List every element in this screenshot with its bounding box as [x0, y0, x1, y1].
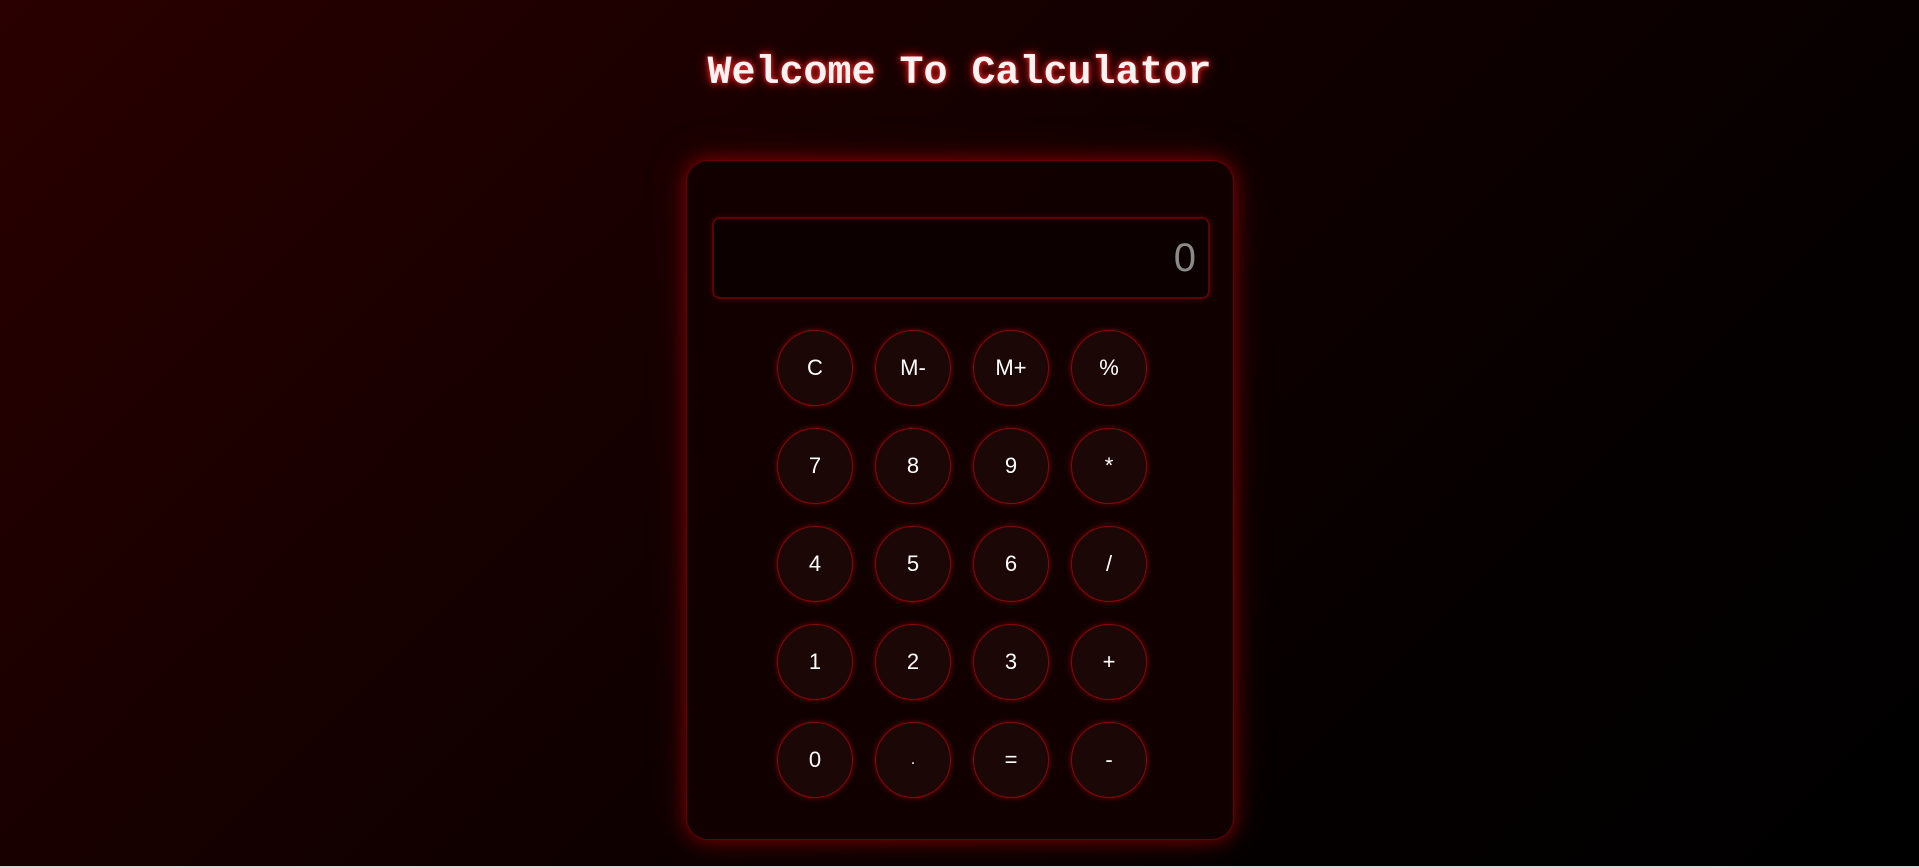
divide-button[interactable]: /	[1071, 526, 1147, 602]
digit-9-button[interactable]: 9	[973, 428, 1049, 504]
keypad: C M- M+ % 7 8 9 * 4 5 6 / 1 2 3 + 0 . = …	[777, 330, 1147, 798]
digit-8-button[interactable]: 8	[875, 428, 951, 504]
calculator-display[interactable]	[712, 217, 1210, 299]
add-button[interactable]: +	[1071, 624, 1147, 700]
decimal-point-button[interactable]: .	[875, 722, 951, 798]
page-title: Welcome To Calculator	[707, 51, 1212, 96]
digit-5-button[interactable]: 5	[875, 526, 951, 602]
percent-button[interactable]: %	[1071, 330, 1147, 406]
memory-plus-button[interactable]: M+	[973, 330, 1049, 406]
digit-7-button[interactable]: 7	[777, 428, 853, 504]
calculator-panel: C M- M+ % 7 8 9 * 4 5 6 / 1 2 3 + 0 . = …	[686, 160, 1234, 840]
memory-minus-button[interactable]: M-	[875, 330, 951, 406]
equals-button[interactable]: =	[973, 722, 1049, 798]
digit-4-button[interactable]: 4	[777, 526, 853, 602]
subtract-button[interactable]: -	[1071, 722, 1147, 798]
clear-button[interactable]: C	[777, 330, 853, 406]
digit-1-button[interactable]: 1	[777, 624, 853, 700]
digit-2-button[interactable]: 2	[875, 624, 951, 700]
digit-3-button[interactable]: 3	[973, 624, 1049, 700]
digit-6-button[interactable]: 6	[973, 526, 1049, 602]
multiply-button[interactable]: *	[1071, 428, 1147, 504]
digit-0-button[interactable]: 0	[777, 722, 853, 798]
